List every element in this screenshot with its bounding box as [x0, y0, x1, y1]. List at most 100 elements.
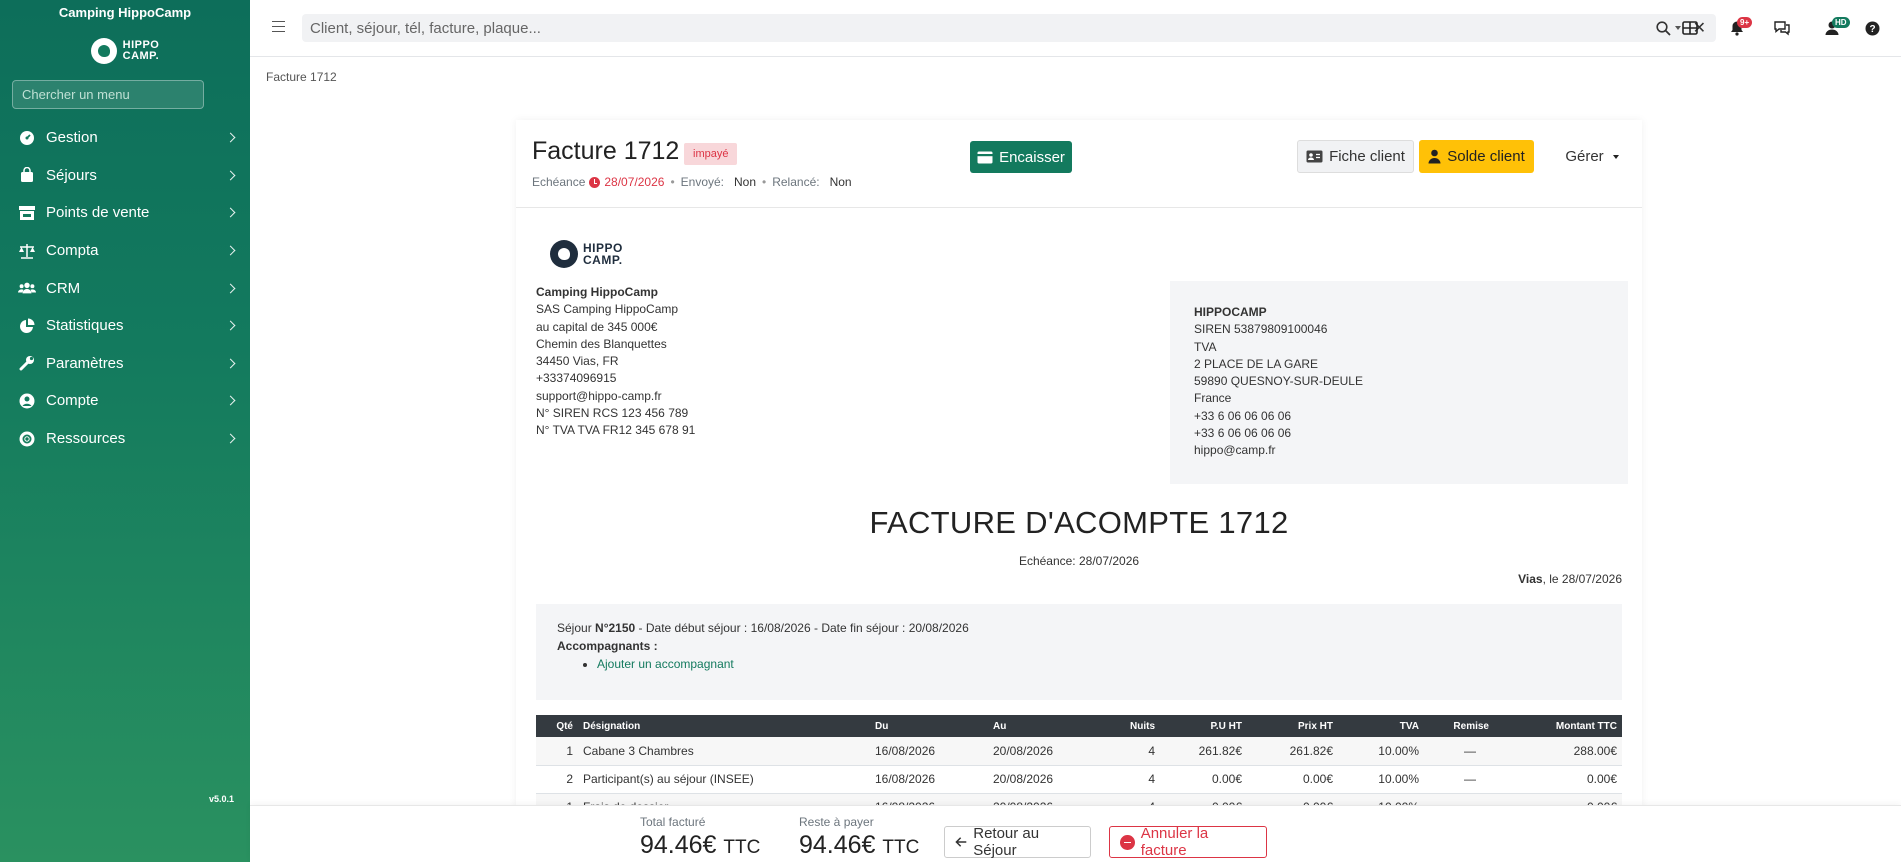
- lifebuoy-icon: [18, 430, 36, 448]
- place-date: , le 28/07/2026: [1542, 572, 1622, 586]
- user-account-button[interactable]: HD: [1822, 17, 1850, 38]
- sidebar-item-ressources[interactable]: Ressources: [0, 420, 250, 458]
- company-line: N° SIREN RCS 123 456 789: [536, 406, 689, 421]
- hippo-logo-icon: [550, 240, 578, 268]
- cell-to: 20/08/2026: [988, 737, 1088, 766]
- chevron-right-icon: [225, 433, 236, 444]
- sidebar-item-label: Ressources: [46, 430, 126, 448]
- sidebar-item-compta[interactable]: Compta: [0, 232, 250, 270]
- company-line: Chemin des Blanquettes: [536, 336, 667, 351]
- app-logo[interactable]: HIPPO CAMP.: [0, 26, 250, 76]
- grid-apps-icon[interactable]: [1680, 18, 1700, 38]
- client-line: hippo@camp.fr: [1194, 443, 1276, 458]
- total-billed-amount: 94.46€: [640, 831, 717, 859]
- cell-vat: 10.00%: [1338, 765, 1424, 794]
- chat-icon[interactable]: [1772, 18, 1792, 38]
- company-line: support@hippo-camp.fr: [536, 388, 662, 403]
- document-title: FACTURE D'ACOMPTE 1712: [869, 505, 1289, 540]
- sidebar-item-parametres[interactable]: Paramètres: [0, 345, 250, 383]
- stay-summary: Séjour N°2150 - Date début séjour : 16/0…: [557, 619, 1601, 637]
- col-to: Au: [988, 715, 1088, 737]
- cancel-invoice-button[interactable]: Annuler la facture: [1109, 825, 1267, 859]
- search-options-button[interactable]: [1655, 20, 1681, 36]
- cell-from: 16/08/2026: [870, 765, 988, 794]
- stay-number: N°2150: [595, 621, 636, 635]
- client-line: 2 PLACE DE LA GARE: [1194, 356, 1319, 371]
- sidebar-item-statistiques[interactable]: Statistiques: [0, 307, 250, 345]
- cell-price-ht: 261.82€: [1247, 737, 1338, 766]
- client-balance-label: Solde client: [1447, 148, 1525, 165]
- chevron-down-icon: [1612, 154, 1619, 159]
- separator-dot: •: [762, 175, 767, 189]
- help-icon[interactable]: ?: [1862, 18, 1882, 38]
- client-card-button[interactable]: Fiche client: [1297, 140, 1414, 173]
- remaining-amount: 94.46€: [799, 831, 876, 859]
- table-row: 2 Participant(s) au séjour (INSEE) 16/08…: [536, 765, 1622, 794]
- sidebar-item-sejours[interactable]: Séjours: [0, 157, 250, 195]
- invoice-card: Facture 1712 impayé Echéance 28/07/2026 …: [516, 120, 1642, 810]
- hamburger-menu-icon[interactable]: [272, 21, 285, 32]
- col-from: Du: [870, 715, 988, 737]
- cell-from: 16/08/2026: [870, 737, 988, 766]
- reminded-label: Relancé:: [772, 175, 820, 189]
- sidebar-item-points-de-vente[interactable]: Points de vente: [0, 194, 250, 232]
- col-nights: Nuits: [1088, 715, 1160, 737]
- client-name: HIPPOCAMP: [1194, 305, 1267, 319]
- cell-total-ttc: 288.00€: [1494, 737, 1622, 766]
- company-info: HIPPO CAMP. Camping HippoCamp SAS Camping…: [536, 208, 695, 440]
- due-date: 28/07/2026: [604, 175, 665, 189]
- company-line: +33374096915: [536, 371, 617, 386]
- back-to-stay-label: Retour au Séjour: [973, 825, 1040, 859]
- cell-unit-price: 0.00€: [1160, 765, 1247, 794]
- global-search-input[interactable]: [310, 19, 1656, 37]
- id-card-icon: [1306, 150, 1323, 163]
- col-designation: Désignation: [578, 715, 870, 737]
- due-label: Echéance: [532, 175, 586, 189]
- sidebar-item-crm[interactable]: CRM: [0, 269, 250, 307]
- total-billed: Total facturé 94.46€ TTC: [640, 815, 760, 860]
- logo-text-line2: CAMP.: [583, 253, 623, 267]
- company-name: Camping HippoCamp: [536, 285, 658, 299]
- reminded-value: Non: [829, 175, 852, 189]
- invoice-lines-table: Qté Désignation Du Au Nuits P.U HT Prix …: [536, 715, 1622, 810]
- document-due-date: Echéance: 28/07/2026: [1018, 554, 1140, 568]
- sidebar-item-label: Paramètres: [46, 354, 124, 372]
- back-to-stay-button[interactable]: Retour au Séjour: [944, 825, 1091, 859]
- table-row: 1 Cabane 3 Chambres 16/08/2026 20/08/202…: [536, 737, 1622, 766]
- notifications-button[interactable]: 9+: [1727, 17, 1753, 38]
- wrench-icon: [18, 354, 36, 372]
- cell-discount: —: [1424, 737, 1494, 766]
- search-icon: [1655, 20, 1671, 36]
- chevron-right-icon: [225, 132, 236, 143]
- company-line: au capital de 345 000€: [536, 319, 658, 334]
- add-companion-link[interactable]: Ajouter un accompagnant: [597, 657, 734, 671]
- sent-value: Non: [734, 175, 757, 189]
- menu-search-input[interactable]: [12, 80, 204, 109]
- sidebar-item-label: Gestion: [46, 129, 98, 147]
- companions-list: Ajouter un accompagnant: [597, 655, 1601, 673]
- chevron-right-icon: [225, 170, 236, 181]
- app-version: v5.0.1: [208, 794, 234, 804]
- sidebar-item-gestion[interactable]: Gestion: [0, 119, 250, 157]
- breadcrumb: Facture 1712: [266, 70, 337, 84]
- arrow-left-icon: [955, 837, 967, 847]
- chevron-right-icon: [225, 320, 236, 331]
- manage-label: Gérer: [1565, 148, 1604, 165]
- sidebar-item-compte[interactable]: Compte: [0, 382, 250, 420]
- col-discount: Remise: [1424, 715, 1494, 737]
- collect-payment-label: Encaisser: [999, 148, 1065, 166]
- cell-designation: Participant(s) au séjour (INSEE): [578, 765, 870, 794]
- user-icon: [1428, 149, 1441, 164]
- manage-dropdown-button[interactable]: Gérer: [1557, 140, 1627, 173]
- sidebar-item-label: Séjours: [46, 166, 97, 184]
- company-line: N° TVA TVA FR12 345 678 91: [536, 423, 696, 438]
- total-billed-label: Total facturé: [640, 815, 706, 829]
- store-icon: [18, 204, 36, 222]
- cell-nights: 4: [1088, 765, 1160, 794]
- sidebar-menu: Gestion Séjours Points de vente Compta C…: [0, 119, 250, 457]
- client-balance-button[interactable]: Solde client: [1419, 140, 1534, 173]
- collect-payment-button[interactable]: Encaisser: [970, 141, 1072, 173]
- users-icon: [18, 279, 36, 297]
- client-address-block: HIPPOCAMP SIREN 53879809100046 TVA 2 PLA…: [1170, 281, 1628, 484]
- client-line: +33 6 06 06 06 06: [1194, 408, 1292, 423]
